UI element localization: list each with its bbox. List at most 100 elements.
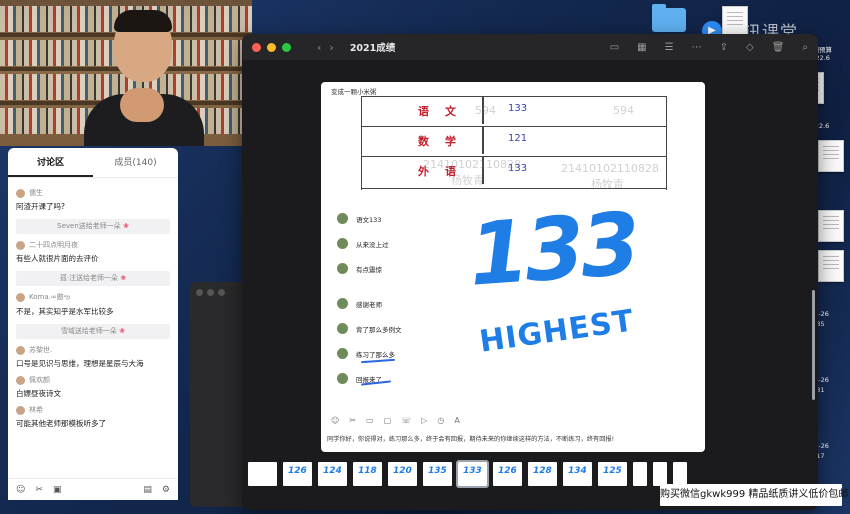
chat-text: 练习了那么多 <box>356 350 395 359</box>
thumbnail[interactable] <box>653 462 667 486</box>
chat-text: 从来没上过 <box>356 240 389 249</box>
gift-text: Seven送给老师一朵 <box>57 222 121 230</box>
zoom-button[interactable] <box>282 42 291 52</box>
thumbnail[interactable]: 126 <box>283 462 312 486</box>
thumbnail[interactable]: 126 <box>493 462 522 486</box>
score-value: 133 <box>508 103 528 114</box>
chat-toolbar: ☺ ✂ ▣ ▤ ⚙ <box>8 478 178 500</box>
chat-icon: ▢ <box>383 416 392 425</box>
avatar <box>16 375 25 385</box>
tag-icon[interactable]: ◇ <box>746 42 754 53</box>
watermark: 21410102110828 <box>561 162 659 175</box>
avatar <box>337 238 348 249</box>
gift-text: 孤·注送给老师一朵 <box>59 274 119 282</box>
forward-arrow-icon[interactable]: › <box>329 41 333 54</box>
thumbnail[interactable] <box>673 462 687 486</box>
settings-icon[interactable]: ⚙ <box>162 485 170 495</box>
window-titlebar[interactable]: ‹ › 2021成绩 ▭ ▦ ☰ ⋯ ⇪ ◇ 🗑 ⌕ <box>242 34 818 60</box>
chat-message: Koma.∞憨ఌ 不是，其实知乎是水军比较多 <box>16 292 170 317</box>
close-button[interactable] <box>252 42 261 52</box>
list-view-icon[interactable]: ☰ <box>665 42 674 53</box>
chat-message: 儒生 阿渣开课了吗? <box>16 188 170 212</box>
folder-icon[interactable] <box>652 4 686 32</box>
emoji-icon[interactable]: ☺ <box>16 485 25 495</box>
reply-text: 同学你好，你说得对，练习那么多，终于会有回报，期待未来的你继续这样的方法，不断练… <box>327 436 615 443</box>
share-icon[interactable]: ⇪ <box>720 42 728 53</box>
grid-view-icon[interactable]: ▦ <box>637 42 646 53</box>
preview-window[interactable]: ‹ › 2021成绩 ▭ ▦ ☰ ⋯ ⇪ ◇ 🗑 ⌕ 变成一颗小米粥 语文 13… <box>242 34 818 510</box>
document-page: 变成一颗小米粥 语文 133 数学 121 外语 133 594 594 214… <box>321 82 705 452</box>
thumbnail[interactable]: 128 <box>528 462 557 486</box>
gift-text: 雪域送给老师一朵 <box>60 327 117 335</box>
window-title: 2021成绩 <box>349 43 396 54</box>
score-row: 数学 121 <box>362 126 666 154</box>
avatar <box>16 188 25 198</box>
scrollbar[interactable] <box>812 290 815 400</box>
font-icon: A <box>454 416 460 425</box>
avatar <box>16 240 25 250</box>
chat-text: 白嫖昼夜诗文 <box>16 389 61 398</box>
background-window[interactable] <box>190 282 250 507</box>
subject-label: 语文 <box>418 105 472 118</box>
thumbnail[interactable] <box>248 462 277 486</box>
gift-notice: Seven送给老师一朵 ❀ <box>16 219 170 234</box>
chat-message: 苏黎世. 口号是见识与思维，理想是星辰与大海 <box>16 345 170 369</box>
file-icon[interactable] <box>818 250 844 282</box>
flower-icon: ❀ <box>123 222 129 230</box>
avatar <box>337 263 348 274</box>
subject-label: 数学 <box>418 135 472 148</box>
flower-icon: ❀ <box>120 274 127 282</box>
more-icon[interactable]: ⋯ <box>692 42 702 53</box>
back-arrow-icon[interactable]: ‹ <box>317 41 321 54</box>
image-icon[interactable]: ▣ <box>53 485 62 495</box>
teacher-video <box>0 0 252 146</box>
thumbnail-selected[interactable]: 133 <box>456 460 489 488</box>
chat-message: 佩欢颜 白嫖昼夜诗文 <box>16 375 170 399</box>
chat-username: 二十四点明月夜 <box>29 241 78 249</box>
chat-tabs: 讨论区 成员(140) <box>8 148 178 178</box>
scissors-icon[interactable]: ✂ <box>35 485 43 495</box>
thumbnail[interactable]: 134 <box>563 462 592 486</box>
chat-text: 口号是见识与思维，理想是星辰与大海 <box>16 359 144 368</box>
watermark: 杨牧青 <box>451 174 484 187</box>
tab-discussion[interactable]: 讨论区 <box>8 148 93 177</box>
thumbnail[interactable]: 120 <box>388 462 417 486</box>
file-icon[interactable] <box>818 140 844 172</box>
chat-text: 有些人就很片面的去评价 <box>16 254 99 263</box>
avatar <box>337 323 348 334</box>
chat-text: 阿渣开课了吗? <box>16 202 65 211</box>
avatar <box>337 373 348 384</box>
chat-message: 二十四点明月夜 有些人就很片面的去评价 <box>16 240 170 264</box>
gift-notice: 雪域送给老师一朵 ❀ <box>16 324 170 339</box>
tab-members[interactable]: 成员(140) <box>93 148 178 177</box>
traffic-lights <box>252 42 291 52</box>
minimize-button[interactable] <box>267 42 276 52</box>
chat-text: 有点震惊 <box>356 265 382 274</box>
sidebar-icon[interactable]: ▭ <box>610 42 619 53</box>
score-value: 121 <box>508 133 528 144</box>
chat-text: 不是，其实知乎是水军比较多 <box>16 307 114 316</box>
thumbnail[interactable] <box>633 462 647 486</box>
trash-icon[interactable]: 🗑 <box>772 42 785 53</box>
chat-username: 儒生 <box>29 189 43 197</box>
watermark: 594 <box>613 104 634 117</box>
comment-icon[interactable]: ▤ <box>143 485 152 495</box>
avatar <box>337 298 348 309</box>
clock-icon: ◷ <box>437 416 445 425</box>
thumbnail[interactable]: 124 <box>318 462 347 486</box>
chat-input-tools: ☺ ✂ ▭ ▢ ☏ ▷ ◷ A <box>331 416 460 425</box>
thumbnail[interactable]: 125 <box>598 462 627 486</box>
file-icon[interactable] <box>818 210 844 242</box>
chat-text: 可能其他老师那模板听多了 <box>16 419 106 428</box>
emoji-icon: ☺ <box>331 416 340 425</box>
avatar <box>337 213 348 224</box>
chat-message-list[interactable]: 儒生 阿渣开课了吗? Seven送给老师一朵 ❀ 二十四点明月夜 有些人就很片面… <box>8 178 178 429</box>
flower-icon: ❀ <box>119 327 126 335</box>
thumbnail[interactable]: 118 <box>353 462 382 486</box>
avatar <box>337 348 348 359</box>
video-icon: ▷ <box>421 416 428 425</box>
search-icon[interactable]: ⌕ <box>802 42 808 53</box>
thumbnail[interactable]: 135 <box>423 462 452 486</box>
watermark: 21410102110828 <box>423 158 521 171</box>
chat-username: 苏黎世. <box>29 346 53 354</box>
